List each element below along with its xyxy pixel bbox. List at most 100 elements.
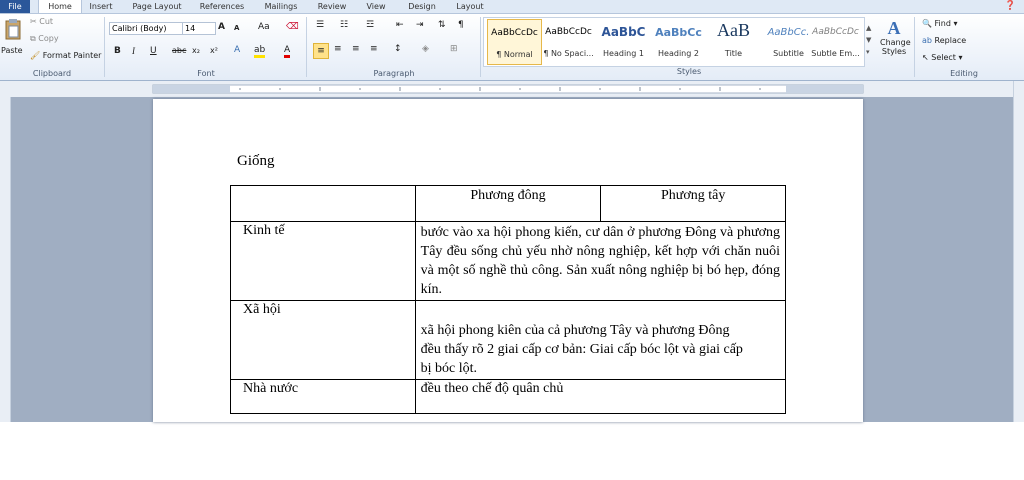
style-no-spacing[interactable]: AaBbCcDc ¶ No Spaci...	[542, 19, 595, 63]
table-row: Kinh tế bước vào xa hội phong kiến, cư d…	[230, 221, 787, 301]
highlight-icon[interactable]: ab	[254, 45, 266, 58]
tab-layout[interactable]: Layout	[450, 0, 490, 13]
grow-font-button[interactable]: A	[218, 22, 225, 32]
cut-button[interactable]: ✂ Cut	[30, 17, 53, 26]
bullets-icon[interactable]: ☰	[316, 20, 324, 30]
font-color-icon[interactable]: A	[284, 45, 291, 58]
row-content-cell[interactable]: xã hội phong kiên của cả phương Tây và p…	[414, 300, 787, 380]
style-subtitle[interactable]: AaBbCc. Subtitle	[762, 19, 815, 63]
table-header-cell[interactable]: Phương đông	[414, 185, 602, 222]
shading-icon[interactable]: ◈	[422, 44, 429, 54]
change-case-button[interactable]: Aa	[258, 22, 270, 32]
tab-view[interactable]: View	[360, 0, 392, 13]
style-normal[interactable]: AaBbCcDc ¶ Normal	[487, 19, 542, 65]
align-center-icon[interactable]: ≡	[334, 44, 342, 54]
style-preview: AaBbCc.	[767, 27, 810, 38]
style-preview: AaBbCcDc	[491, 28, 538, 38]
help-icon[interactable]: ❓	[1005, 1, 1016, 11]
superscript-button[interactable]: x²	[210, 46, 218, 55]
horizontal-ruler[interactable]	[0, 81, 1024, 98]
numbering-icon[interactable]: ☷	[340, 20, 348, 30]
comparison-table[interactable]: Phương đông Phương tây Kinh tế bước vào …	[230, 185, 787, 414]
copy-button[interactable]: ⧉ Copy	[30, 34, 59, 44]
ribbon-separator	[104, 17, 105, 77]
tab-review[interactable]: Review	[312, 0, 352, 13]
table-header-cell[interactable]	[230, 185, 416, 222]
increase-indent-icon[interactable]: ⇥	[416, 20, 424, 30]
tab-references[interactable]: References	[194, 0, 250, 13]
underline-button[interactable]: U	[150, 46, 157, 56]
tab-file[interactable]: File	[0, 0, 30, 13]
find-button[interactable]: 🔍 Find ▾	[922, 19, 957, 28]
copy-icon: ⧉	[30, 34, 36, 43]
row-label-cell[interactable]: Nhà nước	[230, 379, 416, 414]
text-effects-icon[interactable]: A	[234, 45, 240, 55]
replace-icon: ab	[922, 36, 932, 45]
change-styles-button[interactable]: A Change Styles	[880, 18, 911, 56]
sort-icon[interactable]: ⇅	[438, 20, 446, 30]
style-label: ¶ Normal	[496, 50, 533, 59]
format-painter-button[interactable]: 🖌 Format Painter	[30, 51, 101, 60]
strikethrough-button[interactable]: abc	[172, 46, 186, 55]
vertical-ruler[interactable]	[0, 97, 11, 422]
ribbon-separator	[480, 17, 481, 77]
clipboard-group-label: Clipboard	[32, 69, 72, 78]
decrease-indent-icon[interactable]: ⇤	[396, 20, 404, 30]
style-label: ¶ No Spaci...	[543, 49, 594, 58]
style-label: Subtitle	[773, 49, 804, 58]
font-name-select[interactable]: Calibri (Body)	[109, 22, 183, 35]
font-group-label: Font	[197, 69, 215, 78]
paste-button[interactable]: Paste	[1, 46, 23, 55]
font-group: Calibri (Body) 14 A A Aa ⌫ B I U abc x₂ …	[106, 14, 306, 79]
ribbon-separator	[914, 17, 915, 77]
vertical-scrollbar[interactable]	[1013, 81, 1024, 422]
style-preview: AaBbCc	[655, 26, 702, 39]
styles-group-label: Styles	[676, 67, 702, 76]
table-row: Xã hội xã hội phong kiên của cả phương T…	[230, 300, 787, 380]
style-preview: AaBbC	[601, 25, 646, 39]
subscript-button[interactable]: x₂	[192, 46, 200, 55]
table-header-cell[interactable]: Phương tây	[600, 185, 786, 222]
borders-icon[interactable]: ⊞	[450, 44, 458, 54]
line-spacing-icon[interactable]: ↕	[394, 44, 402, 54]
style-label: Title	[724, 49, 743, 58]
row-content-cell[interactable]: đều theo chế độ quân chủ	[414, 379, 787, 414]
justify-icon[interactable]: ≡	[370, 44, 378, 54]
style-preview: AaBbCcDc	[812, 27, 859, 37]
editing-group-label: Editing	[950, 69, 978, 78]
format-painter-label: Format Painter	[42, 51, 102, 60]
change-styles-icon: A	[887, 18, 901, 38]
style-title[interactable]: AaB Title	[707, 19, 760, 63]
tab-page-layout[interactable]: Page Layout	[124, 0, 190, 13]
style-subtle-emphasis[interactable]: AaBbCcDc Subtle Em...	[809, 19, 862, 63]
row-label-cell[interactable]: Xã hội	[230, 300, 416, 380]
row-label-cell[interactable]: Kinh tế	[230, 221, 416, 301]
show-marks-icon[interactable]: ¶	[458, 20, 464, 30]
tab-home[interactable]: Home	[38, 0, 82, 13]
shrink-font-button[interactable]: A	[234, 24, 239, 32]
scissors-icon: ✂	[30, 17, 37, 26]
gallery-scroll-icon[interactable]: ▲ ▼ ▾	[866, 22, 871, 58]
paste-icon[interactable]	[3, 18, 23, 42]
style-label: Subtle Em...	[811, 49, 860, 58]
font-size-select[interactable]: 14	[182, 22, 216, 35]
cut-label: Cut	[39, 17, 54, 26]
replace-button[interactable]: ab Replace	[922, 36, 966, 45]
style-label: Heading 1	[603, 49, 644, 58]
table-header-row: Phương đông Phương tây	[230, 185, 786, 222]
tab-design[interactable]: Design	[402, 0, 442, 13]
italic-button[interactable]: I	[132, 46, 135, 56]
change-styles-label: Change Styles	[880, 38, 911, 56]
select-button[interactable]: ↖ Select ▾	[922, 53, 963, 62]
row-content-cell[interactable]: bước vào xa hội phong kiến, cư dân ở phư…	[414, 221, 787, 301]
align-left-icon[interactable]: ≡	[313, 43, 329, 59]
tab-insert[interactable]: Insert	[84, 0, 118, 13]
tab-mailings[interactable]: Mailings	[256, 0, 306, 13]
multilevel-list-icon[interactable]: ☲	[366, 20, 374, 30]
clear-format-icon[interactable]: ⌫	[286, 22, 299, 32]
style-heading-2[interactable]: AaBbCc Heading 2	[652, 19, 705, 63]
style-heading-1[interactable]: AaBbC Heading 1	[597, 19, 650, 63]
bold-button[interactable]: B	[114, 46, 121, 56]
ribbon-tab-bar: File Home Insert Page Layout References …	[0, 0, 1024, 14]
align-right-icon[interactable]: ≡	[352, 44, 360, 54]
